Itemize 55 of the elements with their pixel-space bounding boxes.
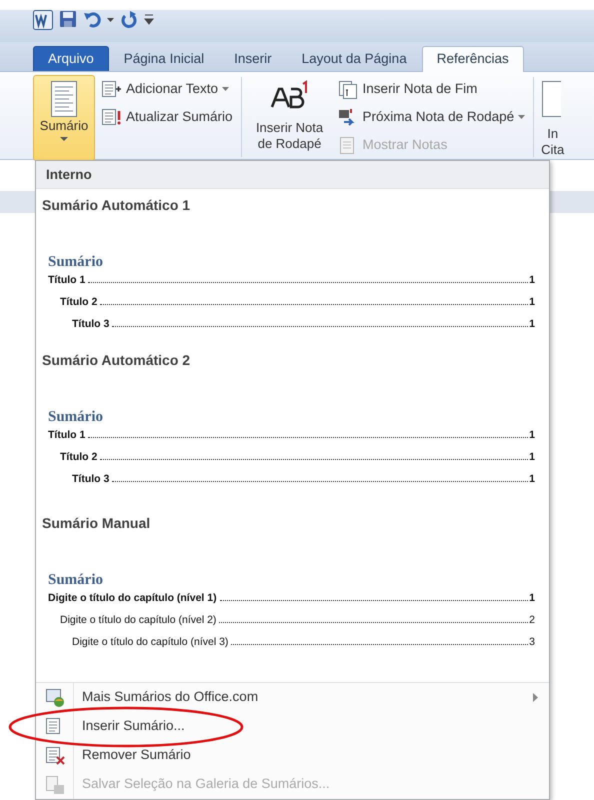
- gallery-title[interactable]: Sumário Automático 2: [36, 344, 549, 371]
- gallery-title[interactable]: Sumário Manual: [36, 507, 549, 534]
- toc-entry: Título 1: [48, 272, 86, 288]
- table-of-contents-button[interactable]: Sumário: [33, 75, 95, 161]
- word-logo-icon[interactable]: [33, 10, 53, 30]
- toc-heading: Sumário: [48, 254, 104, 270]
- ribbon-tab[interactable]: Referências: [422, 46, 524, 72]
- ribbon-command[interactable]: Adicionar Texto: [99, 75, 235, 103]
- toc-entry: Digite o título do capítulo (nível 2): [60, 612, 216, 628]
- menu-item[interactable]: Inserir Sumário...: [36, 712, 549, 741]
- toc-entry: Digite o título do capítulo (nível 1): [48, 590, 217, 606]
- page-number: 1: [529, 294, 535, 310]
- toc-entry: Título 3: [72, 316, 110, 332]
- document-delete-icon: [44, 746, 64, 766]
- update-icon: [101, 108, 122, 126]
- ribbon-tab[interactable]: Página Inicial: [108, 46, 220, 71]
- page-number: 2: [529, 612, 535, 628]
- ribbon-command[interactable]: Inserir Nota de Fim: [336, 75, 528, 103]
- page-number: 1: [529, 428, 535, 442]
- save-icon[interactable]: [59, 10, 77, 28]
- gallery-title[interactable]: Sumário Automático 1: [36, 189, 549, 216]
- globe-document-icon: [44, 688, 64, 708]
- ribbon-tab[interactable]: Layout da Página: [286, 46, 422, 71]
- citation-button[interactable]: In Cita: [540, 75, 570, 161]
- add-text-icon: [101, 80, 122, 98]
- submenu-arrow-icon: [533, 693, 539, 702]
- page-number: 1: [529, 316, 535, 332]
- toc-entry: Digite o título do capítulo (nível 3): [72, 634, 228, 650]
- menu-item[interactable]: Remover Sumário: [36, 741, 549, 770]
- caret-icon: [518, 113, 526, 121]
- ribbon-command[interactable]: Próxima Nota de Rodapé: [336, 103, 528, 131]
- document-icon: [541, 80, 562, 118]
- document-icon: [50, 80, 78, 118]
- toc-entry: Título 1: [48, 428, 86, 442]
- toc-entry: Título 2: [60, 294, 98, 310]
- toc-entry: Título 3: [72, 472, 110, 486]
- redo-icon[interactable]: [120, 10, 138, 28]
- ribbon-command[interactable]: Atualizar Sumário: [99, 103, 235, 131]
- caret-icon: [222, 85, 230, 93]
- toc-entry: Título 2: [60, 450, 98, 464]
- menu-section-header: Interno: [36, 161, 549, 189]
- undo-icon[interactable]: [83, 10, 101, 28]
- toc-heading: Sumário: [48, 409, 104, 426]
- page-number: 3: [529, 634, 535, 650]
- document-save-icon: [44, 774, 64, 794]
- page-number: 1: [529, 472, 535, 486]
- page-number: 1: [529, 590, 535, 606]
- page-number: 1: [529, 450, 535, 464]
- menu-item[interactable]: Mais Sumários do Office.com: [36, 683, 549, 712]
- ribbon-tab[interactable]: Inserir: [219, 46, 287, 71]
- page-number: 1: [529, 272, 535, 288]
- endnote-icon: [338, 80, 359, 98]
- file-tab[interactable]: Arquivo: [33, 46, 109, 71]
- footnote-button[interactable]: Inserir Nota de Rodapé: [248, 75, 332, 161]
- toc-heading: Sumário: [48, 572, 104, 588]
